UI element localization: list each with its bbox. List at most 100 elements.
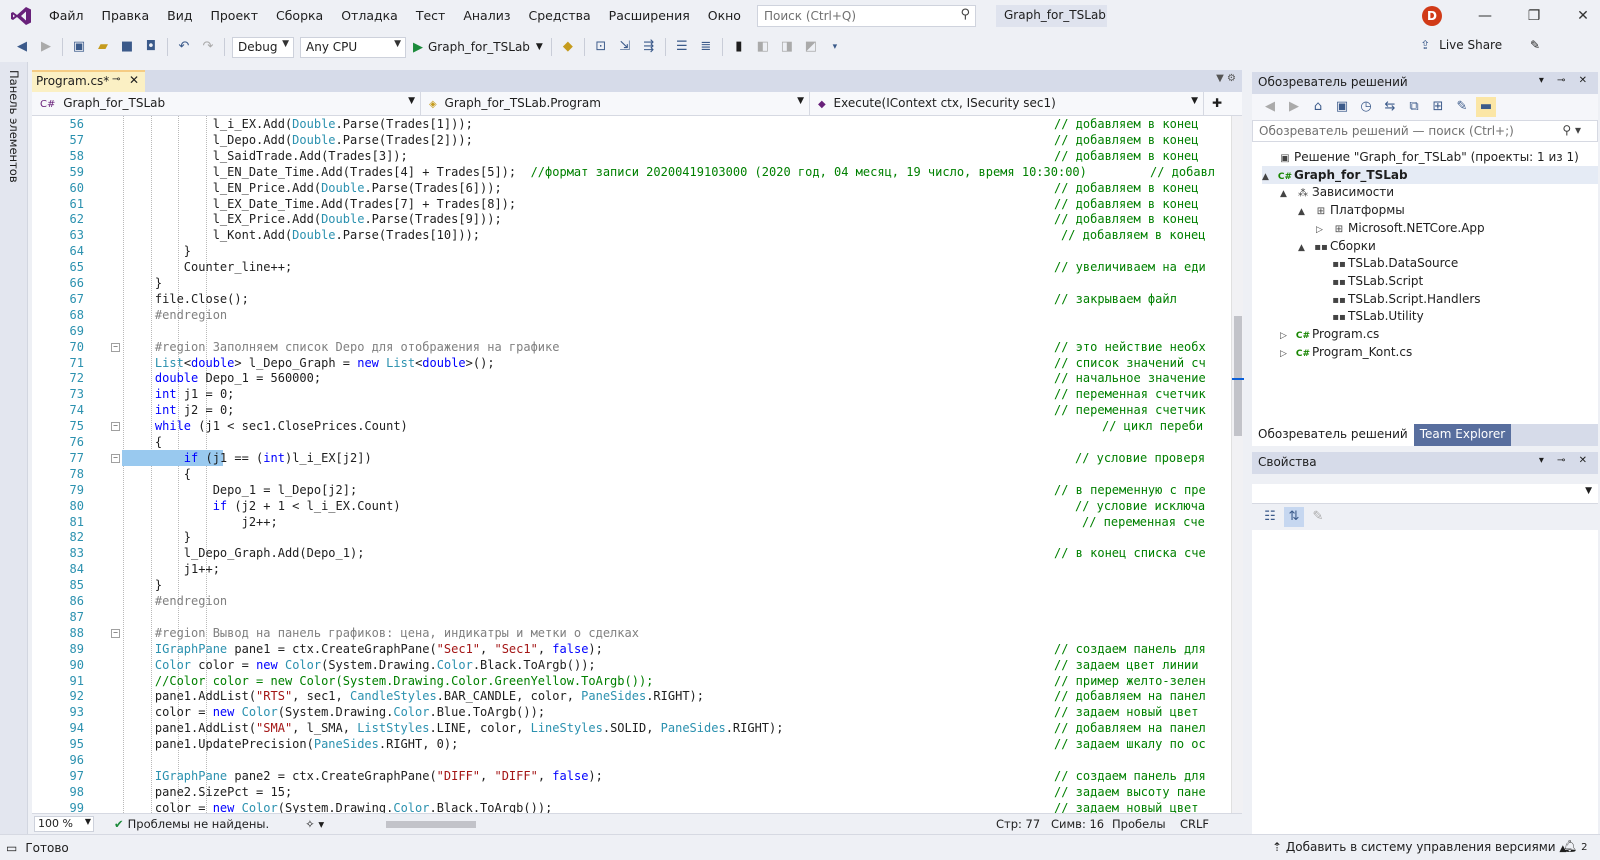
code-line[interactable]: 98 pane2.SizePct = 15; // задаем высоту п… — [32, 784, 1231, 800]
code-line[interactable]: 76 { — [32, 434, 1231, 450]
menu-item[interactable]: Средства — [519, 0, 599, 32]
line-endings[interactable]: CRLF — [1180, 817, 1209, 831]
code-line[interactable]: 86 #endregion — [32, 593, 1231, 609]
tree-node[interactable]: ▣ Решение "Graph_for_TSLab" (проекты: 1 и… — [1262, 148, 1598, 166]
code-line[interactable]: 96 — [32, 752, 1231, 768]
menu-item[interactable]: Окно — [699, 0, 750, 32]
code-line[interactable]: 67 file.Close(); // закрываем файл — [32, 291, 1231, 307]
scroll-thumb[interactable] — [1234, 316, 1242, 436]
collapse-icon[interactable]: − — [111, 628, 120, 638]
back-icon[interactable]: ◀ — [1260, 97, 1280, 117]
code-line[interactable]: 75 − while (j1 < sec1.ClosePrices.Count) /… — [32, 418, 1231, 434]
member-dropdown[interactable]: ◆ Execute(IContext ctx, ISecurity sec1) … — [810, 92, 1204, 115]
menu-item[interactable]: Отладка — [332, 0, 407, 32]
tab-overflow-icon[interactable]: ▼ ⚙ — [1216, 73, 1236, 84]
code-line[interactable]: 93 color = new Color(System.Drawing.Colo… — [32, 704, 1231, 720]
tree-node[interactable]: ▲ ▪▪ Сборки — [1298, 237, 1598, 255]
code-line[interactable]: 81 j2++; // переменная сче — [32, 514, 1231, 530]
expander-icon[interactable]: ▲ — [1280, 185, 1294, 203]
code-line[interactable]: 65 Counter_line++; // увеличиваем на еди — [32, 259, 1231, 275]
tree-node[interactable]: ▪▪ TSLab.Utility — [1316, 307, 1598, 325]
history-icon[interactable]: ◷ — [1356, 97, 1376, 117]
new-project-icon[interactable]: ▣ — [69, 37, 89, 57]
code-line[interactable]: 61 l_EX_Date_Time.Add(Trades[7] + Trades… — [32, 196, 1231, 212]
code-line[interactable]: 92 pane1.AddList("RTS", sec1, CandleStyl… — [32, 688, 1231, 704]
back-icon[interactable]: ◀ — [12, 37, 32, 57]
preview-icon[interactable]: ▬ — [1476, 97, 1496, 117]
tree-node[interactable]: ▷ ⊞ Microsoft.NETCore.App — [1316, 219, 1598, 237]
notifications-button[interactable]: 🔔︎ 2 — [1562, 839, 1587, 853]
prev-bookmark-icon[interactable]: ◧ — [753, 37, 773, 57]
split-icon[interactable]: ✚ — [1204, 92, 1242, 115]
browser-link-icon[interactable]: ◆ — [558, 37, 578, 57]
expander-icon[interactable]: ▲ — [1298, 239, 1312, 257]
code-line[interactable]: 83 l_Depo_Graph.Add(Depo_1); // в конец с… — [32, 545, 1231, 561]
code-line[interactable]: 72 double Depo_1 = 560000; // начальное з… — [32, 370, 1231, 386]
close-tab-icon[interactable]: ✕ — [129, 73, 139, 87]
close-icon[interactable]: ✕ — [1570, 4, 1596, 28]
panel-tools-icon[interactable]: ▾ ⊸ ✕ — [1539, 75, 1592, 86]
expander-icon[interactable]: ▷ — [1280, 345, 1294, 363]
avatar[interactable]: D — [1422, 6, 1442, 26]
code-line[interactable]: 62 l_EX_Price.Add(Double.Parse(Trades[9]… — [32, 211, 1231, 227]
menu-item[interactable]: Анализ — [454, 0, 519, 32]
undo-icon[interactable]: ↶ — [174, 37, 194, 57]
code-line[interactable]: 99 color = new Color(System.Drawing.Colo… — [32, 800, 1231, 813]
tree-node[interactable]: ▲ C# Graph_for_TSLab — [1262, 165, 1598, 186]
code-line[interactable]: 57 l_Depo.Add(Double.Parse(Trades[2])); /… — [32, 132, 1231, 148]
horizontal-scrollbar[interactable] — [378, 818, 1023, 830]
categorized-icon[interactable]: ☷ — [1260, 507, 1280, 527]
code-line[interactable]: 77 − if (j1 == (int)l_i_EX[j2]) // условие… — [32, 449, 1231, 466]
code-line[interactable]: 64 } — [32, 243, 1231, 259]
bookmark-icon[interactable]: ▮ — [729, 37, 749, 57]
clear-bookmarks-icon[interactable]: ◩ — [801, 37, 821, 57]
zoom-select[interactable]: 100 % ▼ — [34, 815, 94, 832]
sync-icon[interactable]: ⇆ — [1380, 97, 1400, 117]
code-line[interactable]: 66 } — [32, 275, 1231, 291]
code-cleanup-icon[interactable]: ✧ ▾ — [305, 817, 324, 831]
code-line[interactable]: 59 l_EN_Date_Time.Add(Trades[4] + Trades… — [32, 164, 1231, 180]
switch-views-icon[interactable]: ▣ — [1332, 97, 1352, 117]
redo-icon[interactable]: ↷ — [198, 37, 218, 57]
code-line[interactable]: 71 List<double> l_Depo_Graph = new List<… — [32, 355, 1231, 371]
indent-mode[interactable]: Пробелы — [1112, 817, 1166, 831]
next-bookmark-icon[interactable]: ◨ — [777, 37, 797, 57]
collapse-icon[interactable]: − — [111, 342, 120, 352]
tab-program-cs[interactable]: Program.cs* ⊸ ✕ — [32, 70, 145, 92]
open-icon[interactable]: ▰ — [93, 37, 113, 57]
code-line[interactable]: 70 − #region Заполняем список Depo для от… — [32, 339, 1231, 355]
project-dropdown[interactable]: C# Graph_for_TSLab ▼ — [32, 92, 421, 115]
expander-icon[interactable]: ▲ — [1262, 168, 1276, 186]
code-line[interactable]: 74 int j2 = 0; // переменная счетчик — [32, 402, 1231, 418]
class-dropdown[interactable]: ◈ Graph_for_TSLab.Program ▼ — [421, 92, 810, 115]
code-line[interactable]: 89 IGraphPane pane1 = ctx.CreateGraphPan… — [32, 641, 1231, 657]
overflow-icon[interactable]: ▾ — [825, 37, 845, 57]
minimize-icon[interactable]: — — [1472, 4, 1498, 28]
code-line[interactable]: 68 #endregion — [32, 307, 1231, 323]
tab-team-explorer[interactable]: Team Explorer — [1413, 424, 1512, 446]
screenshot-icon[interactable]: ⊡ — [591, 37, 611, 57]
save-all-icon[interactable]: ◘ — [141, 37, 161, 57]
menu-item[interactable]: Вид — [158, 0, 201, 32]
expander-icon[interactable]: ▲ — [1298, 203, 1312, 221]
outdent-icon[interactable]: ≣ — [696, 37, 716, 57]
collapse-icon[interactable]: ⧉ — [1404, 97, 1424, 117]
code-line[interactable]: 80 if (j2 + 1 < l_i_EX.Count) // условие … — [32, 498, 1231, 514]
code-line[interactable]: 73 int j1 = 0; // переменная счетчик — [32, 386, 1231, 402]
menu-item[interactable]: Тест — [407, 0, 454, 32]
tree-node[interactable]: ▲ ⁂ Зависимости — [1280, 183, 1598, 201]
menu-item[interactable]: Расширения — [600, 0, 699, 32]
source-control-button[interactable]: ⇡ Добавить в систему управления версиями… — [1272, 840, 1566, 854]
code-line[interactable]: 94 pane1.AddList("SMA", l_SMA, ListStyle… — [32, 720, 1231, 736]
properties-icon[interactable]: ✎ — [1452, 97, 1472, 117]
code-line[interactable]: 84 j1++; — [32, 561, 1231, 577]
tree-node[interactable]: ▷ C# Program_Kont.cs — [1280, 343, 1598, 361]
home-icon[interactable]: ⌂ — [1308, 97, 1328, 117]
menu-item[interactable]: Файл — [40, 0, 93, 32]
tab-solution-explorer[interactable]: Обозреватель решений — [1252, 424, 1414, 446]
property-pages-icon[interactable]: ✎ — [1308, 507, 1328, 527]
tree-node[interactable]: ▪▪ TSLab.DataSource — [1316, 254, 1598, 272]
vertical-scrollbar[interactable] — [1231, 116, 1244, 813]
code-line[interactable]: 69 — [32, 323, 1231, 339]
code-line[interactable]: 82 } — [32, 529, 1231, 545]
